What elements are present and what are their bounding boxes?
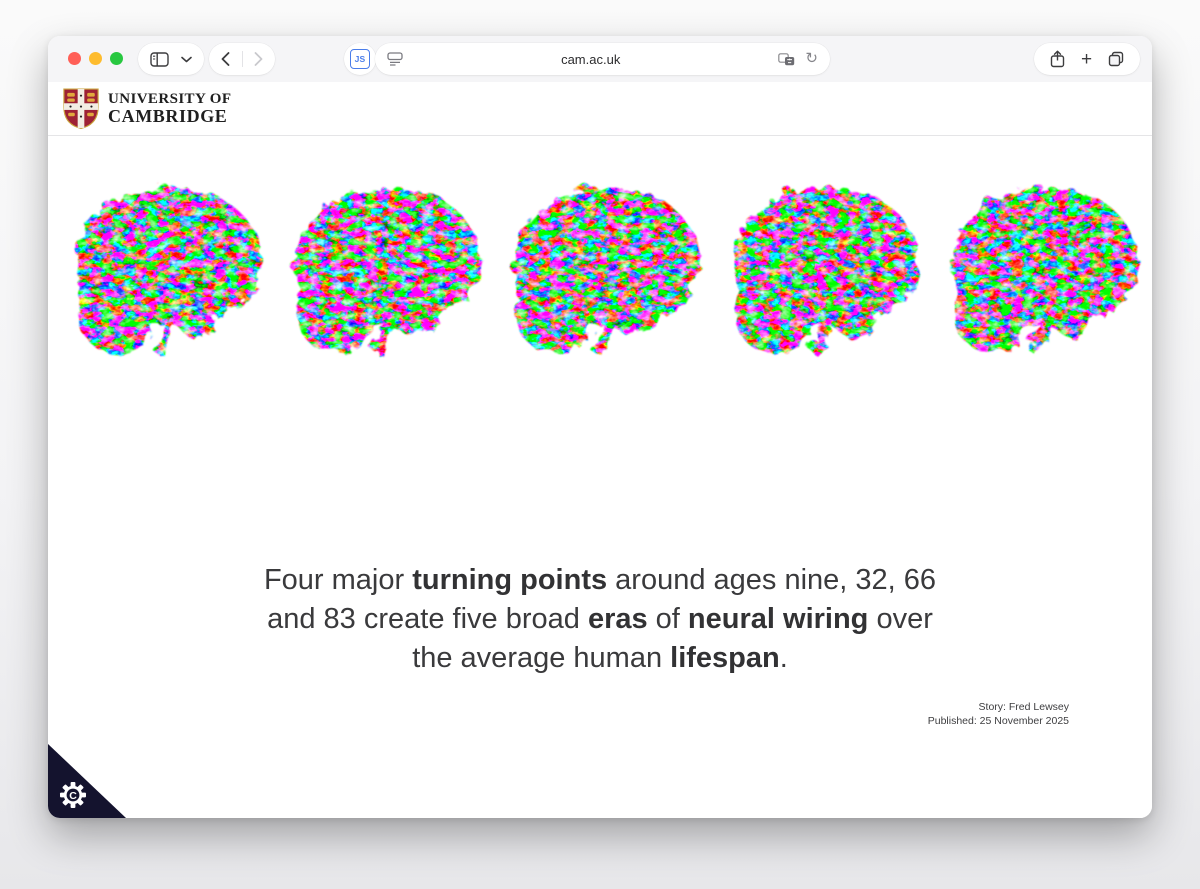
js-extension-container: JS bbox=[344, 43, 376, 75]
dti-brain-image bbox=[932, 168, 1144, 368]
headline-emphasis: eras bbox=[588, 603, 648, 635]
credit-story: Story: Fred Lewsey bbox=[928, 701, 1069, 715]
headline-text: the average human bbox=[412, 642, 670, 674]
cambridge-shield-icon bbox=[62, 87, 100, 130]
settings-gear-button[interactable]: C bbox=[59, 781, 87, 809]
translate-icon bbox=[778, 53, 795, 66]
dti-brain-image bbox=[713, 168, 925, 368]
reload-icon: ↻ bbox=[805, 51, 818, 66]
cambridge-logo-text: UNIVERSITY OF CAMBRIDGE bbox=[108, 91, 231, 126]
reader-format-icon bbox=[387, 52, 403, 66]
sidebar-icon bbox=[150, 52, 169, 67]
address-bar-actions: ↻ bbox=[778, 52, 818, 67]
address-bar[interactable]: ↻ bbox=[375, 43, 830, 75]
zoom-window-button[interactable] bbox=[110, 52, 123, 65]
logo-line2: CAMBRIDGE bbox=[108, 107, 231, 126]
headline-text: around ages nine, 32, 66 bbox=[607, 564, 936, 596]
headline: Four major turning points around ages ni… bbox=[48, 561, 1152, 678]
reload-button[interactable]: ↻ bbox=[805, 52, 818, 67]
url-field[interactable] bbox=[403, 51, 778, 68]
sidebar-menu-chevron[interactable] bbox=[181, 56, 192, 63]
headline-text: over bbox=[868, 603, 932, 635]
logo-line1: UNIVERSITY OF bbox=[108, 91, 231, 107]
chevron-down-icon bbox=[181, 56, 192, 63]
dti-brain-image bbox=[275, 168, 487, 368]
site-header: UNIVERSITY OF CAMBRIDGE bbox=[48, 82, 1152, 136]
gear-letter: C bbox=[69, 790, 77, 802]
headline-emphasis: turning points bbox=[412, 564, 607, 596]
story-credit: Story: Fred Lewsey Published: 25 Novembe… bbox=[928, 701, 1069, 728]
gear-icon: C bbox=[60, 782, 86, 808]
cambridge-logo-link[interactable]: UNIVERSITY OF CAMBRIDGE bbox=[62, 87, 231, 130]
sidebar-controls bbox=[138, 43, 204, 75]
share-button[interactable] bbox=[1050, 50, 1065, 68]
translate-button[interactable] bbox=[778, 53, 795, 66]
chevron-left-icon bbox=[221, 52, 230, 66]
dti-brain-image bbox=[56, 168, 268, 368]
close-window-button[interactable] bbox=[68, 52, 81, 65]
chevron-right-icon bbox=[254, 52, 263, 66]
js-extension-button[interactable]: JS bbox=[350, 49, 370, 69]
browser-titlebar: JS bbox=[48, 36, 1152, 82]
desktop-background: JS bbox=[0, 0, 1200, 889]
share-icon bbox=[1050, 50, 1065, 68]
headline-text: of bbox=[648, 603, 688, 635]
tabs-overview-icon bbox=[1108, 51, 1124, 67]
headline-text: Four major bbox=[264, 564, 412, 596]
credit-published: Published: 25 November 2025 bbox=[928, 715, 1069, 729]
headline-emphasis: neural wiring bbox=[688, 603, 868, 635]
plus-icon: + bbox=[1081, 50, 1092, 69]
headline-text: and 83 create five broad bbox=[267, 603, 588, 635]
new-tab-button[interactable]: + bbox=[1081, 50, 1092, 69]
forward-button[interactable] bbox=[254, 52, 263, 66]
back-button[interactable] bbox=[221, 52, 230, 66]
tab-overview-button[interactable] bbox=[1108, 51, 1124, 67]
js-extension-badge: JS bbox=[350, 49, 370, 69]
headline-emphasis: lifespan bbox=[670, 642, 780, 674]
headline-text: . bbox=[780, 642, 788, 674]
page-content: Four major turning points around ages ni… bbox=[48, 136, 1152, 818]
browser-window: JS bbox=[48, 36, 1152, 818]
nav-controls bbox=[209, 43, 275, 75]
page-settings-button[interactable] bbox=[387, 52, 403, 66]
minimize-window-button[interactable] bbox=[89, 52, 102, 65]
window-actions: + bbox=[1034, 43, 1140, 75]
dti-brain-image bbox=[494, 168, 706, 368]
brain-strip bbox=[48, 168, 1152, 368]
nav-divider bbox=[242, 51, 243, 67]
sidebar-toggle-button[interactable] bbox=[150, 52, 169, 67]
